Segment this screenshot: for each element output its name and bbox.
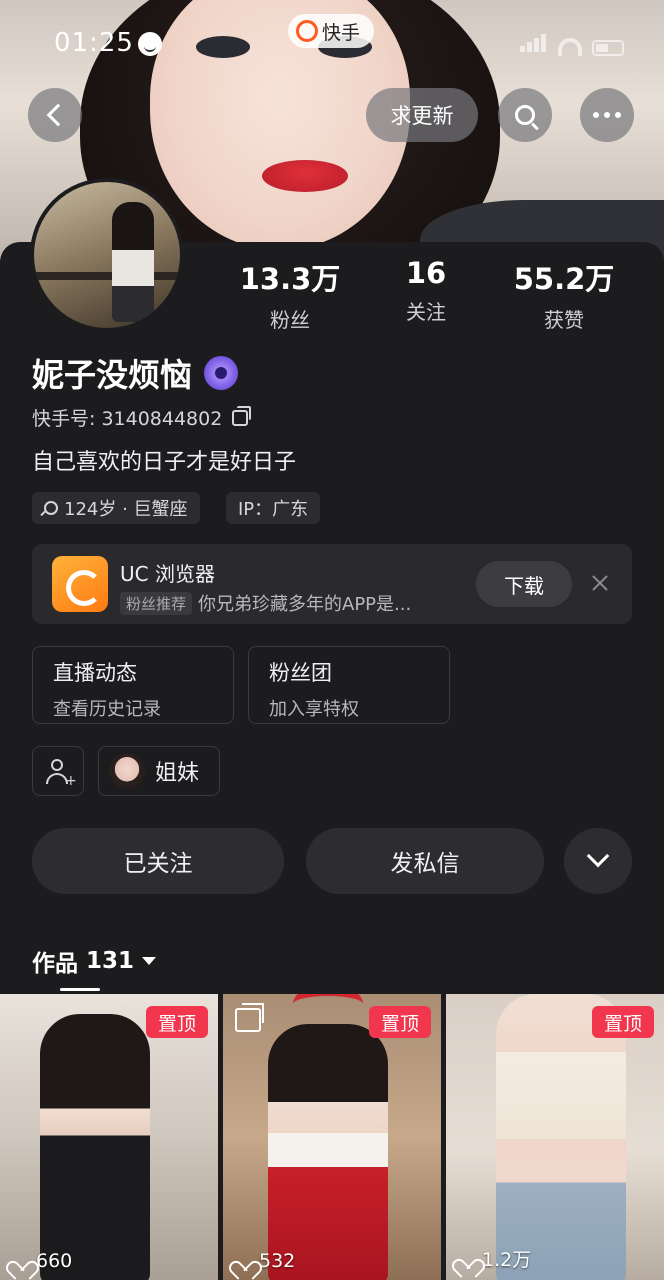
heart-icon bbox=[458, 1251, 476, 1267]
pinned-badge: 置顶 bbox=[146, 1006, 208, 1038]
tab-underline bbox=[60, 988, 100, 991]
fan-club-card[interactable]: 粉丝团 加入享特权 bbox=[248, 646, 450, 724]
pinned-badge: 置顶 bbox=[369, 1006, 431, 1038]
stat-following[interactable]: 16 关注 bbox=[356, 256, 496, 325]
relation-avatar bbox=[109, 753, 145, 789]
chevron-down-icon bbox=[586, 844, 610, 868]
level-badge-icon[interactable] bbox=[204, 356, 239, 390]
stat-value: 16 bbox=[405, 256, 447, 290]
tab-works[interactable]: 作品 131 bbox=[32, 944, 157, 978]
smiley-icon bbox=[138, 32, 162, 56]
video-thumbnail[interactable]: 置顶 532 bbox=[223, 994, 441, 1280]
caret-down-icon bbox=[142, 957, 157, 965]
like-count-value: 660 bbox=[36, 1250, 73, 1272]
kuaishou-logo: 快手 bbox=[288, 14, 375, 48]
video-thumbnail[interactable]: 置顶 660 bbox=[0, 994, 218, 1280]
stat-value: 55.2万 bbox=[513, 262, 615, 296]
back-button[interactable] bbox=[28, 88, 82, 142]
send-message-button[interactable]: 发私信 bbox=[306, 828, 544, 894]
ad-subtitle-row: 粉丝推荐 你兄弟珍藏多年的APP是... bbox=[120, 590, 411, 616]
heart-icon bbox=[12, 1253, 30, 1269]
stat-label: 关注 bbox=[406, 300, 446, 324]
add-user-icon bbox=[51, 759, 63, 771]
works-tab-label: 作品 bbox=[32, 951, 78, 977]
like-count: 660 bbox=[12, 1250, 72, 1272]
profile-name: 妮子没烦恼 bbox=[32, 356, 193, 394]
expand-button[interactable] bbox=[564, 828, 632, 894]
feature-title: 粉丝团 bbox=[269, 661, 332, 685]
ad-tag: 粉丝推荐 bbox=[120, 591, 193, 615]
album-icon bbox=[235, 1003, 264, 1032]
chevron-left-icon bbox=[46, 103, 70, 127]
close-icon[interactable] bbox=[588, 571, 612, 595]
stat-label: 粉丝 bbox=[270, 308, 310, 332]
ad-card[interactable]: UC 浏览器 粉丝推荐 你兄弟珍藏多年的APP是... 下载 bbox=[32, 544, 632, 624]
kuaishou-mark-icon bbox=[296, 20, 318, 42]
uc-browser-logo-icon bbox=[52, 556, 108, 612]
add-friend-button[interactable]: + bbox=[32, 746, 84, 796]
kuaishou-id: 快手号: 3140844802 bbox=[32, 408, 223, 430]
ad-subtitle: 你兄弟珍藏多年的APP是... bbox=[198, 594, 412, 615]
relation-label: 姐妹 bbox=[155, 761, 200, 786]
stat-value: 13.3万 bbox=[239, 262, 341, 296]
more-dots-icon bbox=[593, 112, 599, 118]
works-count: 131 bbox=[86, 948, 135, 974]
download-button[interactable]: 下载 bbox=[476, 561, 572, 607]
signal-icon bbox=[520, 34, 548, 56]
like-count-value: 532 bbox=[259, 1250, 296, 1272]
stat-likes[interactable]: 55.2万 获赞 bbox=[494, 256, 634, 333]
status-time: 01:25 bbox=[54, 28, 134, 58]
like-count-value: 1.2万 bbox=[482, 1249, 532, 1271]
stat-label: 获赞 bbox=[544, 308, 584, 332]
pinned-badge: 置顶 bbox=[592, 1006, 654, 1038]
age-text: 124岁 · 巨蟹座 bbox=[64, 499, 188, 520]
stat-fans[interactable]: 13.3万 粉丝 bbox=[220, 256, 360, 333]
battery-icon bbox=[592, 40, 624, 56]
wifi-icon bbox=[558, 38, 582, 56]
request-update-button[interactable]: 求更新 bbox=[366, 88, 478, 142]
more-button[interactable] bbox=[580, 88, 634, 142]
like-count: 532 bbox=[235, 1250, 295, 1272]
gender-icon bbox=[44, 501, 58, 515]
video-thumbnail[interactable]: 置顶 1.2万 bbox=[446, 994, 664, 1280]
app-name: 快手 bbox=[322, 21, 361, 44]
profile-bio: 自己喜欢的日子才是好日子 bbox=[32, 450, 297, 475]
copy-icon[interactable] bbox=[232, 405, 252, 426]
kuaishou-id-row: 快手号: 3140844802 bbox=[32, 404, 252, 431]
followed-button[interactable]: 已关注 bbox=[32, 828, 284, 894]
feature-subtitle: 加入享特权 bbox=[269, 699, 359, 720]
search-icon bbox=[515, 105, 535, 125]
status-icons bbox=[520, 34, 624, 56]
relation-chip[interactable]: 姐妹 bbox=[98, 746, 220, 796]
ip-tag: IP：广东 bbox=[226, 492, 321, 524]
name-row: 妮子没烦恼 bbox=[32, 350, 239, 396]
live-history-card[interactable]: 直播动态 查看历史记录 bbox=[32, 646, 234, 724]
age-tag: 124岁 · 巨蟹座 bbox=[32, 492, 200, 524]
heart-icon bbox=[235, 1253, 253, 1269]
feature-subtitle: 查看历史记录 bbox=[53, 699, 161, 720]
avatar[interactable] bbox=[30, 178, 184, 332]
feature-title: 直播动态 bbox=[53, 661, 137, 685]
ad-title: UC 浏览器 bbox=[120, 562, 215, 586]
like-count: 1.2万 bbox=[458, 1245, 531, 1272]
search-button[interactable] bbox=[498, 88, 552, 142]
